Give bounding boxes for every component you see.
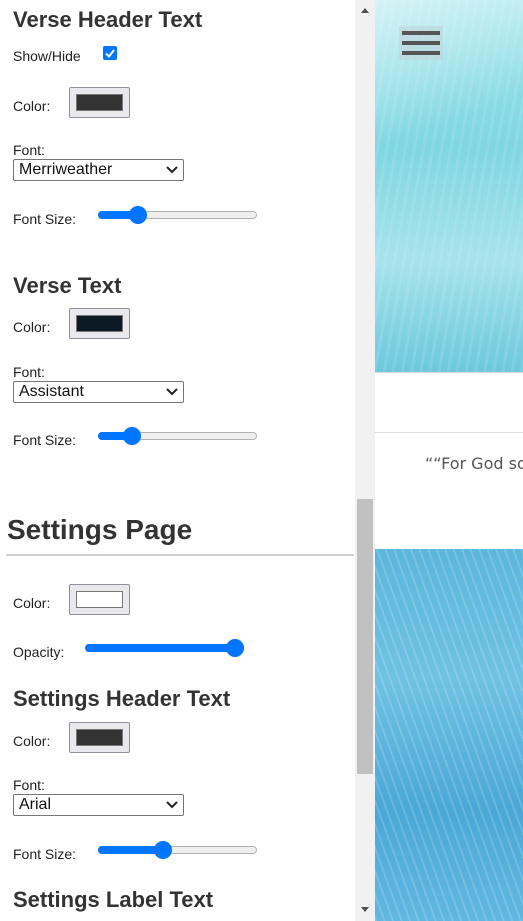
scrollbar-thumb[interactable] [357,499,373,774]
checkmark-icon [105,49,115,59]
settings-header-font-label: Font: [13,777,45,793]
verse-header-color-picker[interactable] [69,87,130,118]
slider-thumb[interactable] [123,427,142,445]
verse-text-section-title: Verse Text [13,273,122,298]
verse-header-color-label: Color: [13,98,51,114]
color-swatch [76,729,123,746]
settings-header-section-title: Settings Header Text [13,686,231,711]
background-image-bottom [375,549,523,921]
settings-header-font-size-label: Font Size: [13,846,77,862]
verse-header-section-title: Verse Header Text [13,7,203,32]
verse-text-font-size-label: Font Size: [13,432,77,448]
settings-page-opacity-slider[interactable] [85,638,244,658]
chevron-down-icon [166,388,178,396]
selected-font: Arial [19,796,52,813]
settings-page-color-label: Color: [13,595,51,611]
settings-page-section-title: Settings Page [7,514,193,545]
verse-text-font-size-slider[interactable] [98,426,257,446]
color-swatch [76,94,123,111]
verse-text-font-select[interactable]: Assistant [13,381,184,403]
settings-header-color-picker[interactable] [69,722,130,753]
settings-header-font-size-slider[interactable] [98,840,257,860]
section-divider [6,554,354,556]
slider-thumb[interactable] [129,206,148,224]
hamburger-menu-icon[interactable] [399,26,443,60]
verse-text-font-label: Font: [13,364,45,380]
verse-header-font-size-slider[interactable] [98,205,257,225]
verse-card-border [375,372,523,373]
background-image-top [375,0,523,372]
settings-page-color-picker[interactable] [69,584,130,615]
verse-header-font-size-label: Font Size: [13,211,77,227]
verse-header-font-label: Font: [13,142,45,158]
settings-page-opacity-label: Opacity: [13,644,65,660]
selected-font: Assistant [19,383,84,400]
verse-text-color-picker[interactable] [69,308,130,339]
verse-text-preview: ““For God so [425,454,523,473]
color-swatch [76,315,123,332]
settings-panel: Verse Header Text Show/Hide Color: Font:… [0,0,355,921]
verse-card-divider [375,432,523,433]
slider-thumb[interactable] [226,639,244,657]
panel-scrollbar[interactable] [355,0,375,921]
app-preview: ““For God so [375,0,523,921]
color-swatch [76,591,123,608]
scroll-up-arrow-icon[interactable] [360,6,370,14]
verse-text-color-label: Color: [13,319,51,335]
scroll-down-arrow-icon[interactable] [360,906,370,914]
show-hide-checkbox[interactable] [103,46,117,60]
chevron-down-icon [166,166,178,174]
settings-header-color-label: Color: [13,733,51,749]
slider-thumb[interactable] [154,841,173,859]
verse-header-font-select[interactable]: Merriweather [13,159,184,181]
selected-font: Merriweather [19,161,113,178]
settings-label-section-title: Settings Label Text [13,887,214,912]
settings-header-font-select[interactable]: Arial [13,794,184,816]
show-hide-label: Show/Hide [13,48,81,64]
chevron-down-icon [166,801,178,809]
